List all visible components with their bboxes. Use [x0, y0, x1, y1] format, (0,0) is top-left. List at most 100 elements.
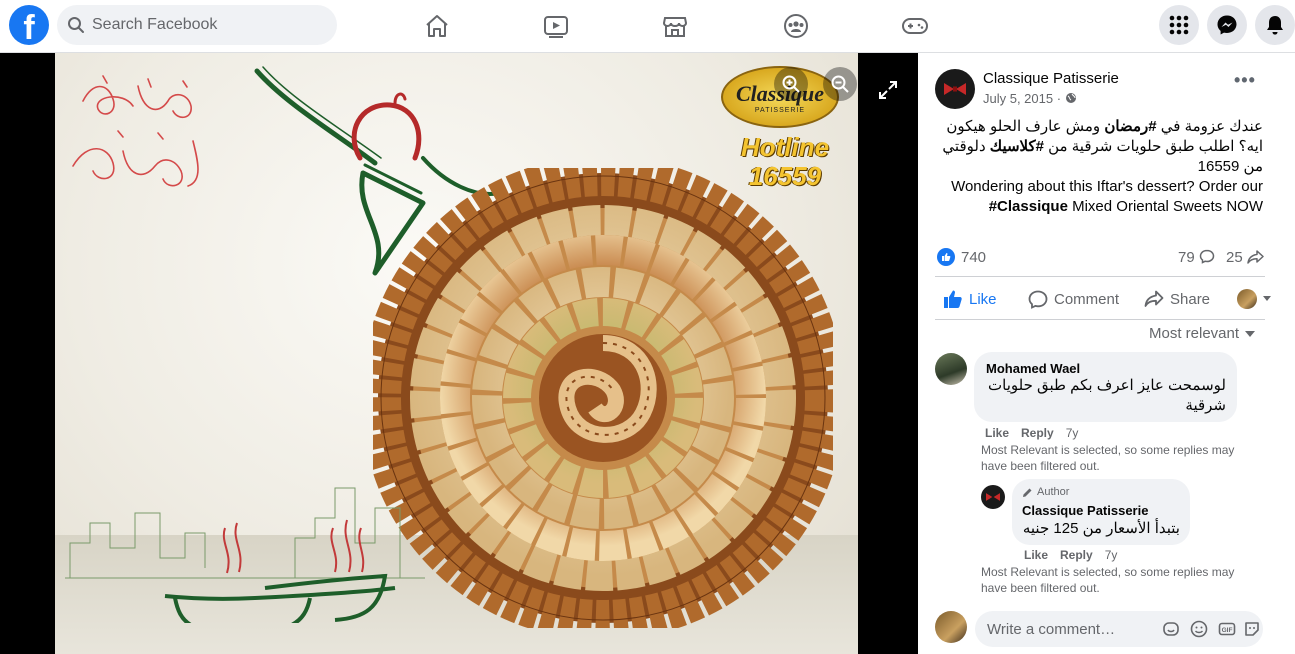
post-date[interactable]: July 5, 2015 · — [983, 91, 1077, 106]
fullscreen-icon[interactable] — [877, 79, 899, 101]
zoom-out-button[interactable] — [823, 67, 857, 101]
messenger-button[interactable] — [1207, 5, 1247, 45]
reply-bubble: Author Classique Patisserie بتبدأ الأسعا… — [1012, 479, 1190, 545]
like-button[interactable]: Like — [943, 281, 997, 317]
divider — [935, 276, 1265, 277]
author-badge: Author — [1022, 486, 1069, 498]
post-text-ar-part1: عندك عزومة في — [1156, 118, 1263, 135]
thumbs-up-icon — [944, 290, 962, 308]
reply-like-link[interactable]: Like — [1024, 548, 1048, 562]
reply-reply-link[interactable]: Reply — [1060, 548, 1093, 562]
comment-button-label[interactable]: Comment — [1054, 291, 1119, 308]
comment-reply-link[interactable]: Reply — [1021, 426, 1054, 440]
comment-input-box[interactable]: GIF — [975, 611, 1263, 647]
commenter-name-link[interactable]: Mohamed Wael — [986, 361, 1080, 376]
share-button[interactable]: Share — [1144, 281, 1210, 317]
comment-button[interactable]: Comment — [1028, 281, 1119, 317]
comment-sort-label[interactable]: Most relevant — [1149, 325, 1239, 342]
filter-note: Most Relevant is selected, so some repli… — [981, 443, 1235, 473]
globe-icon — [1065, 93, 1076, 103]
like-reaction-icon[interactable] — [937, 248, 955, 266]
comment-meta: Like Reply 7y — [985, 426, 1078, 440]
bow-logo-icon — [944, 83, 966, 95]
post-text: عندك عزومة في #رمضان ومش عارف الحلو هيكو… — [938, 117, 1263, 217]
home-tab[interactable] — [417, 8, 457, 44]
messenger-icon — [1217, 15, 1237, 35]
comment-count-value[interactable]: 79 — [1178, 249, 1195, 266]
emoji-icon[interactable] — [1190, 620, 1208, 638]
like-count[interactable]: 740 — [961, 249, 986, 266]
engagement-stats: 740 79 25 — [935, 246, 1265, 268]
groups-tab[interactable] — [776, 8, 816, 44]
current-user-avatar[interactable] — [935, 611, 967, 643]
groups-icon — [784, 14, 808, 38]
notifications-button[interactable] — [1255, 5, 1295, 45]
share-icon — [1144, 290, 1164, 307]
hotline-text: Hotline 16559 — [725, 133, 845, 191]
comment-input[interactable] — [987, 611, 1147, 647]
menu-button[interactable] — [1159, 5, 1199, 45]
gif-icon[interactable]: GIF — [1218, 620, 1236, 638]
comment-count[interactable]: 79 — [1178, 249, 1215, 266]
post-text-en-part2: Mixed Oriental Sweets NOW — [1067, 198, 1263, 215]
oriental-sweets-platter — [373, 168, 833, 628]
town-sketch-artwork — [65, 487, 425, 623]
reply-author-name-link[interactable]: Classique Patisserie — [1022, 503, 1148, 518]
marketplace-icon — [662, 17, 688, 37]
hotline-number: 16559 — [748, 161, 822, 191]
comment-count-icon — [1199, 249, 1215, 264]
logo-sub-text: PATISSERIE — [754, 106, 806, 114]
reply-text: بتبدأ الأسعار من 125 جنيه — [1022, 520, 1180, 537]
share-count-value[interactable]: 25 — [1226, 249, 1243, 266]
chevron-down-icon — [1263, 296, 1271, 301]
hashtag-ramadan-link[interactable]: #رمضان — [1104, 118, 1156, 135]
search-box[interactable] — [57, 5, 337, 45]
ramadan-calligraphy-artwork — [72, 75, 199, 187]
marketplace-tab[interactable] — [655, 8, 695, 44]
share-button-label[interactable]: Share — [1170, 291, 1210, 308]
more-options-icon[interactable]: ••• — [1234, 71, 1256, 89]
menu-grid-icon — [1169, 15, 1189, 35]
zoom-out-icon — [831, 75, 849, 93]
reply-avatar[interactable] — [981, 485, 1005, 509]
sticker-icon[interactable] — [1243, 620, 1261, 638]
post-text-en-part1: Wondering about this Iftar's dessert? Or… — [951, 178, 1263, 195]
avatar-sticker-icon[interactable] — [1162, 620, 1180, 638]
share-count-icon — [1247, 250, 1264, 264]
post-date-text[interactable]: July 5, 2015 · — [983, 91, 1065, 106]
post-text-english: Wondering about this Iftar's dessert? Or… — [938, 177, 1263, 217]
gaming-tab[interactable] — [895, 8, 935, 44]
page-avatar[interactable] — [935, 69, 975, 109]
reply-time[interactable]: 7y — [1105, 548, 1118, 562]
photo-viewer: Classique PATISSERIE Hotline 16559 — [0, 53, 918, 654]
comment-like-link[interactable]: Like — [985, 426, 1009, 440]
post-text-arabic: عندك عزومة في #رمضان ومش عارف الحلو هيكو… — [938, 117, 1263, 177]
hashtag-classique-link[interactable]: #Classique — [989, 198, 1068, 215]
post-photo[interactable]: Classique PATISSERIE Hotline 16559 — [55, 53, 858, 654]
like-button-label[interactable]: Like — [969, 291, 997, 308]
reaction-profile-selector[interactable] — [1237, 281, 1271, 317]
search-input[interactable] — [92, 5, 327, 45]
watch-icon — [544, 16, 568, 38]
comment-composer: GIF — [935, 611, 1265, 647]
svg-text:GIF: GIF — [1222, 627, 1233, 634]
comment-time[interactable]: 7y — [1066, 426, 1079, 440]
top-navigation-bar: f — [0, 0, 1295, 53]
page-name-link[interactable]: Classique Patisserie — [983, 70, 1119, 87]
share-count[interactable]: 25 — [1226, 249, 1264, 266]
search-icon — [68, 17, 84, 33]
zoom-in-button[interactable] — [774, 67, 808, 101]
comment-bubble: Mohamed Wael لوسمحت عايز اعرف بكم طبق حل… — [974, 352, 1237, 422]
post-details-panel: Classique Patisserie July 5, 2015 · ••• … — [918, 53, 1295, 654]
facebook-logo[interactable]: f — [9, 5, 49, 45]
notifications-icon — [1267, 16, 1283, 35]
author-badge-label: Author — [1037, 486, 1070, 498]
comment-sort-dropdown[interactable]: Most relevant — [1149, 325, 1256, 342]
filter-note: Most Relevant is selected, so some repli… — [981, 565, 1235, 595]
watch-tab[interactable] — [536, 8, 576, 44]
commenter-avatar[interactable] — [935, 353, 967, 385]
comment-icon — [1028, 290, 1048, 309]
hashtag-classique-ar-link[interactable]: #كلاسيك — [990, 138, 1044, 155]
pencil-icon — [1023, 488, 1032, 497]
hotline-label: Hotline — [740, 132, 830, 162]
